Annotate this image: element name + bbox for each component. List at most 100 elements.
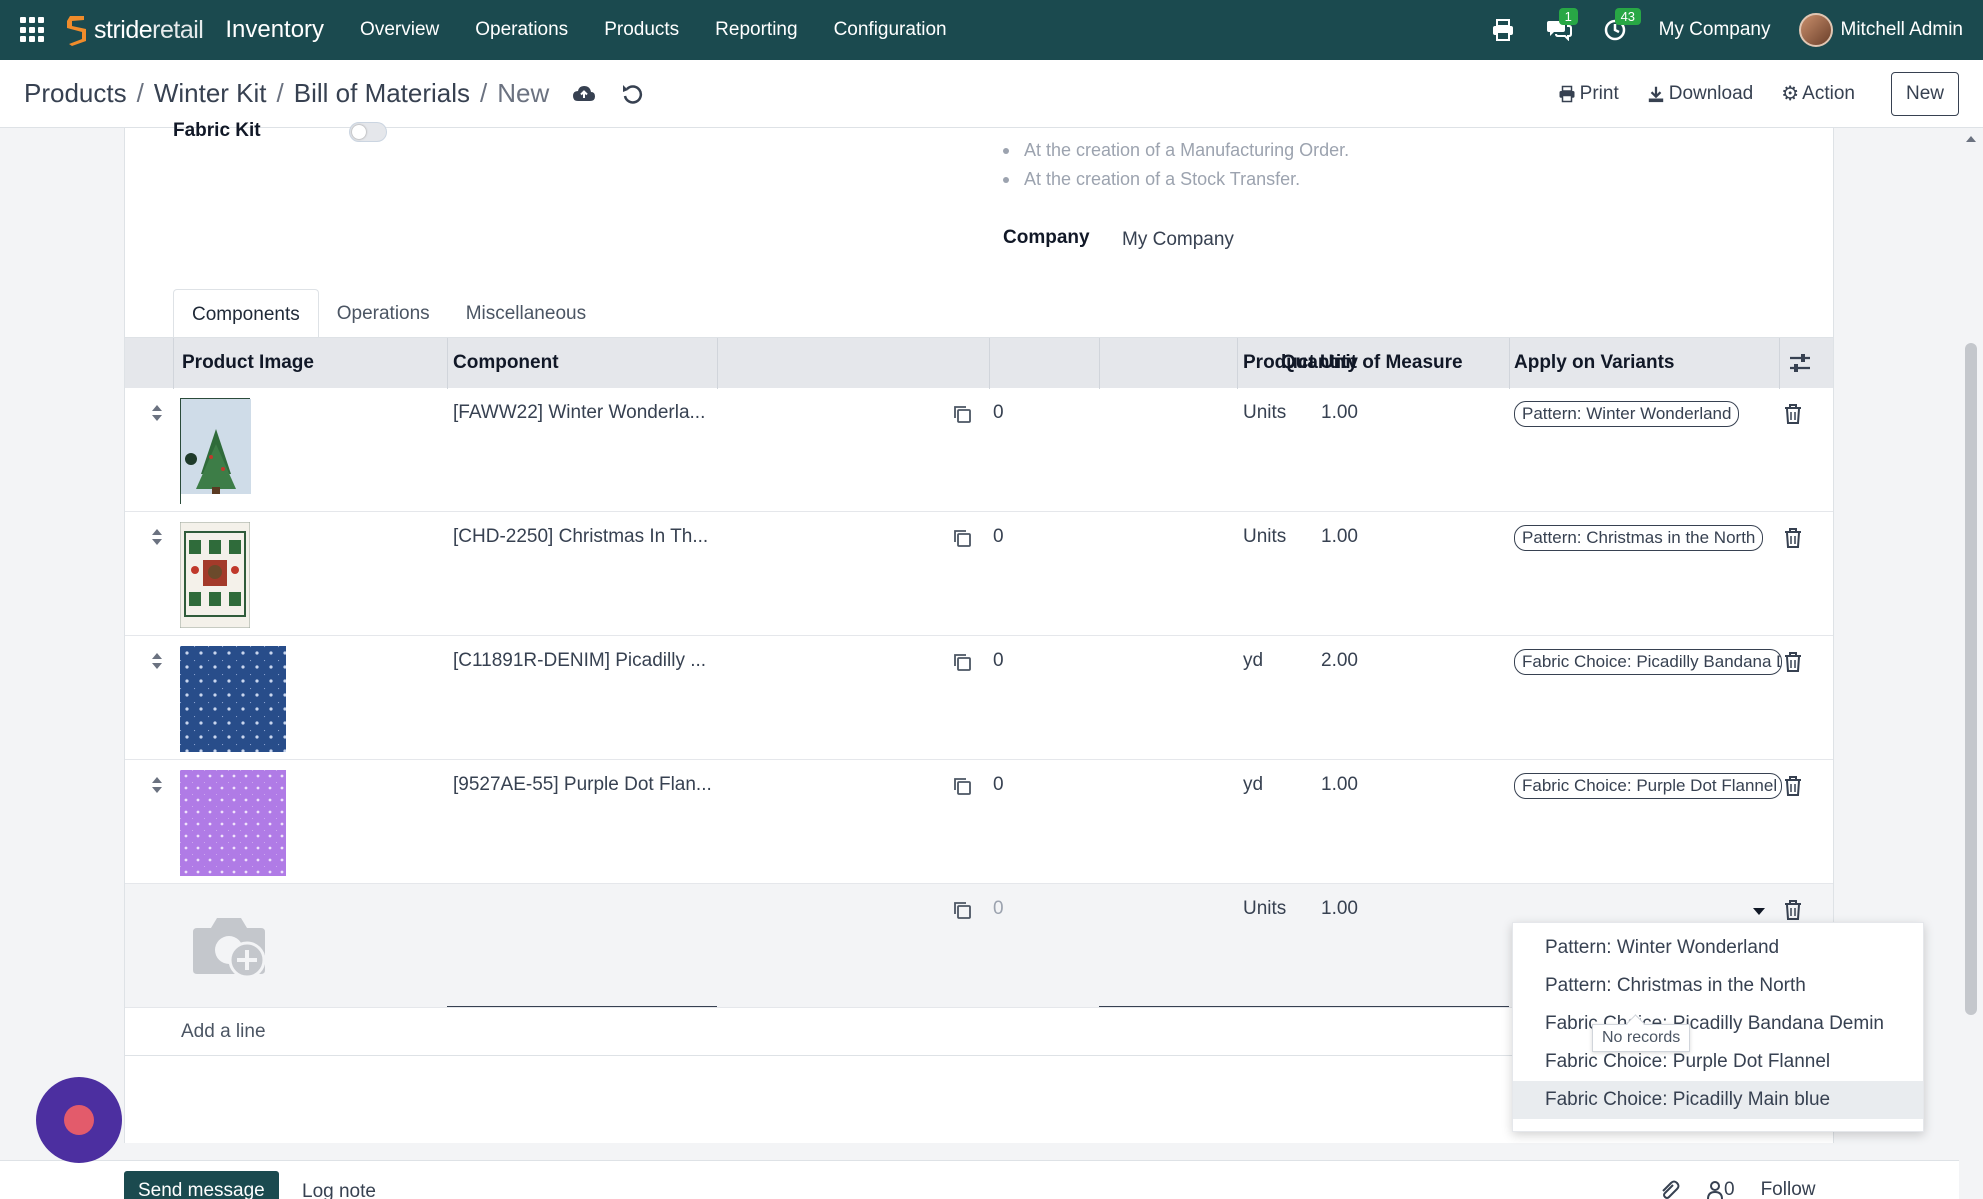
- breadcrumb-separator: /: [480, 78, 488, 108]
- header-component[interactable]: Component: [453, 352, 559, 374]
- breadcrumb-winter-kit[interactable]: Winter Kit: [154, 78, 267, 109]
- floating-record-button[interactable]: [36, 1077, 122, 1163]
- quantity-field[interactable]: 1.00: [1321, 526, 1358, 548]
- action-button[interactable]: ⚙ Action: [1781, 81, 1855, 106]
- header-apply-variants[interactable]: Apply on Variants: [1514, 352, 1674, 374]
- zero-value: 0: [993, 402, 1004, 423]
- tab-miscellaneous[interactable]: Miscellaneous: [448, 289, 604, 338]
- tab-components[interactable]: Components: [173, 289, 319, 338]
- chatter-bar: Send message Log note 0 Follow: [0, 1160, 1959, 1199]
- menu-operations[interactable]: Operations: [457, 19, 586, 41]
- follow-button[interactable]: Follow: [1761, 1179, 1816, 1199]
- copy-icon[interactable]: [952, 776, 972, 796]
- download-button[interactable]: Download: [1647, 83, 1753, 105]
- copy-icon[interactable]: [952, 652, 972, 672]
- uom-field[interactable]: yd: [1243, 650, 1263, 672]
- uom-input[interactable]: Units: [1243, 898, 1286, 920]
- variants-dropdown-arrow-icon[interactable]: [1753, 908, 1765, 915]
- header-product-image[interactable]: Product Image: [182, 352, 314, 374]
- quantity-field[interactable]: 1.00: [1321, 402, 1358, 424]
- component-field[interactable]: [9527AE-55] Purple Dot Flan...: [453, 774, 712, 796]
- page-scrollbar[interactable]: [1959, 128, 1983, 1199]
- uom-field[interactable]: Units: [1243, 526, 1286, 548]
- notebook-tabs: Components Operations Miscellaneous: [173, 289, 604, 338]
- trash-icon[interactable]: [1784, 776, 1802, 796]
- menu-configuration[interactable]: Configuration: [816, 19, 965, 41]
- drag-handle-icon[interactable]: [151, 776, 163, 794]
- table-row[interactable]: [CHD-2250] Christmas In Th... 0 1.00 Uni…: [125, 512, 1833, 636]
- dropdown-option[interactable]: Fabric Choice: Purple Dot Flannel: [1513, 1043, 1923, 1081]
- component-field[interactable]: [C11891R-DENIM] Picadilly ...: [453, 650, 706, 672]
- discard-undo-icon[interactable]: [619, 81, 645, 107]
- dropdown-option[interactable]: Pattern: Winter Wonderland: [1513, 929, 1923, 967]
- table-row[interactable]: [FAWW22] Winter Wonderla... 0 1.00 Units…: [125, 388, 1833, 512]
- drag-handle-icon[interactable]: [151, 528, 163, 546]
- print-button[interactable]: Print: [1558, 83, 1619, 105]
- app-name[interactable]: Inventory: [225, 16, 324, 44]
- trash-icon[interactable]: [1784, 528, 1802, 548]
- camera-add-icon[interactable]: [189, 910, 273, 982]
- company-switcher[interactable]: My Company: [1659, 19, 1771, 41]
- variant-tag[interactable]: Fabric Choice: Picadilly Bandana Demin: [1514, 649, 1782, 675]
- dropdown-option-highlighted[interactable]: Fabric Choice: Picadilly Main blue: [1513, 1081, 1923, 1119]
- component-field[interactable]: [FAWW22] Winter Wonderla...: [453, 402, 705, 424]
- product-image-purple-dot: [180, 770, 286, 876]
- column-divider: [447, 338, 448, 389]
- send-message-button[interactable]: Send message: [124, 1171, 279, 1199]
- uom-field[interactable]: yd: [1243, 774, 1263, 796]
- followers-number: 0: [1724, 1179, 1735, 1199]
- followers-count[interactable]: 0: [1706, 1179, 1735, 1199]
- dropdown-option[interactable]: Pattern: Christmas in the North: [1513, 967, 1923, 1005]
- tab-operations[interactable]: Operations: [319, 289, 448, 338]
- fabric-kit-toggle[interactable]: [349, 122, 387, 142]
- save-cloud-icon[interactable]: [571, 81, 597, 107]
- user-avatar[interactable]: [1798, 13, 1833, 47]
- copy-icon[interactable]: [952, 404, 972, 424]
- scroll-up-arrow-icon[interactable]: [1966, 136, 1976, 142]
- component-field[interactable]: [CHD-2250] Christmas In Th...: [453, 526, 708, 548]
- copy-icon[interactable]: [952, 900, 972, 920]
- activities-clock-icon[interactable]: 43: [1601, 8, 1642, 44]
- menu-overview[interactable]: Overview: [342, 19, 457, 41]
- variant-tag[interactable]: Fabric Choice: Purple Dot Flannel: [1514, 773, 1782, 799]
- header-uom[interactable]: Product Unit of Measure: [1243, 352, 1463, 374]
- printer-icon[interactable]: [1489, 16, 1517, 44]
- breadcrumb-products[interactable]: Products: [24, 78, 127, 109]
- breadcrumb-bom[interactable]: Bill of Materials: [294, 78, 470, 109]
- menu-reporting[interactable]: Reporting: [697, 19, 815, 41]
- menu-products[interactable]: Products: [586, 19, 697, 41]
- uom-field[interactable]: Units: [1243, 402, 1286, 424]
- print-label: Print: [1579, 82, 1619, 104]
- table-row[interactable]: [9527AE-55] Purple Dot Flan... 0 1.00 yd…: [125, 760, 1833, 884]
- quantity-field[interactable]: 1.00: [1321, 774, 1358, 796]
- quantity-field[interactable]: 2.00: [1321, 650, 1358, 672]
- add-line-link[interactable]: Add a line: [181, 1021, 266, 1043]
- component-input-underline[interactable]: [447, 1006, 717, 1007]
- drag-handle-icon[interactable]: [151, 652, 163, 670]
- optional-columns-icon[interactable]: [1789, 353, 1811, 373]
- breadcrumb: Products / Winter Kit / Bill of Material…: [24, 78, 549, 109]
- log-note-button[interactable]: Log note: [302, 1181, 376, 1199]
- quantity-input-underline[interactable]: [1099, 1006, 1509, 1007]
- quantity-input[interactable]: 1.00: [1321, 898, 1358, 920]
- variant-tag[interactable]: Pattern: Christmas in the North: [1514, 525, 1764, 551]
- user-menu[interactable]: Mitchell Admin: [1841, 19, 1964, 41]
- messages-icon[interactable]: 1: [1545, 8, 1578, 44]
- trash-icon[interactable]: [1784, 404, 1802, 424]
- copy-icon[interactable]: [952, 528, 972, 548]
- product-image-winter-wonderland: [180, 398, 251, 505]
- dropdown-option[interactable]: Fabric Choice: Picadilly Bandana Demin: [1513, 1005, 1923, 1043]
- trash-icon[interactable]: [1784, 900, 1802, 920]
- paperclip-icon[interactable]: [1658, 1179, 1680, 1199]
- table-row[interactable]: [C11891R-DENIM] Picadilly ... 0 2.00 yd …: [125, 636, 1833, 760]
- trash-icon[interactable]: [1784, 652, 1802, 672]
- scrollbar-thumb[interactable]: [1965, 343, 1977, 1015]
- gear-icon: ⚙: [1781, 83, 1800, 105]
- apps-menu-icon[interactable]: [20, 17, 46, 43]
- variants-autocomplete-dropdown: Pattern: Winter Wonderland Pattern: Chri…: [1512, 922, 1924, 1132]
- brand-logo[interactable]: stride retail: [64, 13, 204, 47]
- variant-tag[interactable]: Pattern: Winter Wonderland: [1514, 401, 1740, 427]
- company-field[interactable]: My Company: [1122, 229, 1234, 251]
- new-button[interactable]: New: [1890, 71, 1959, 116]
- drag-handle-icon[interactable]: [151, 404, 163, 422]
